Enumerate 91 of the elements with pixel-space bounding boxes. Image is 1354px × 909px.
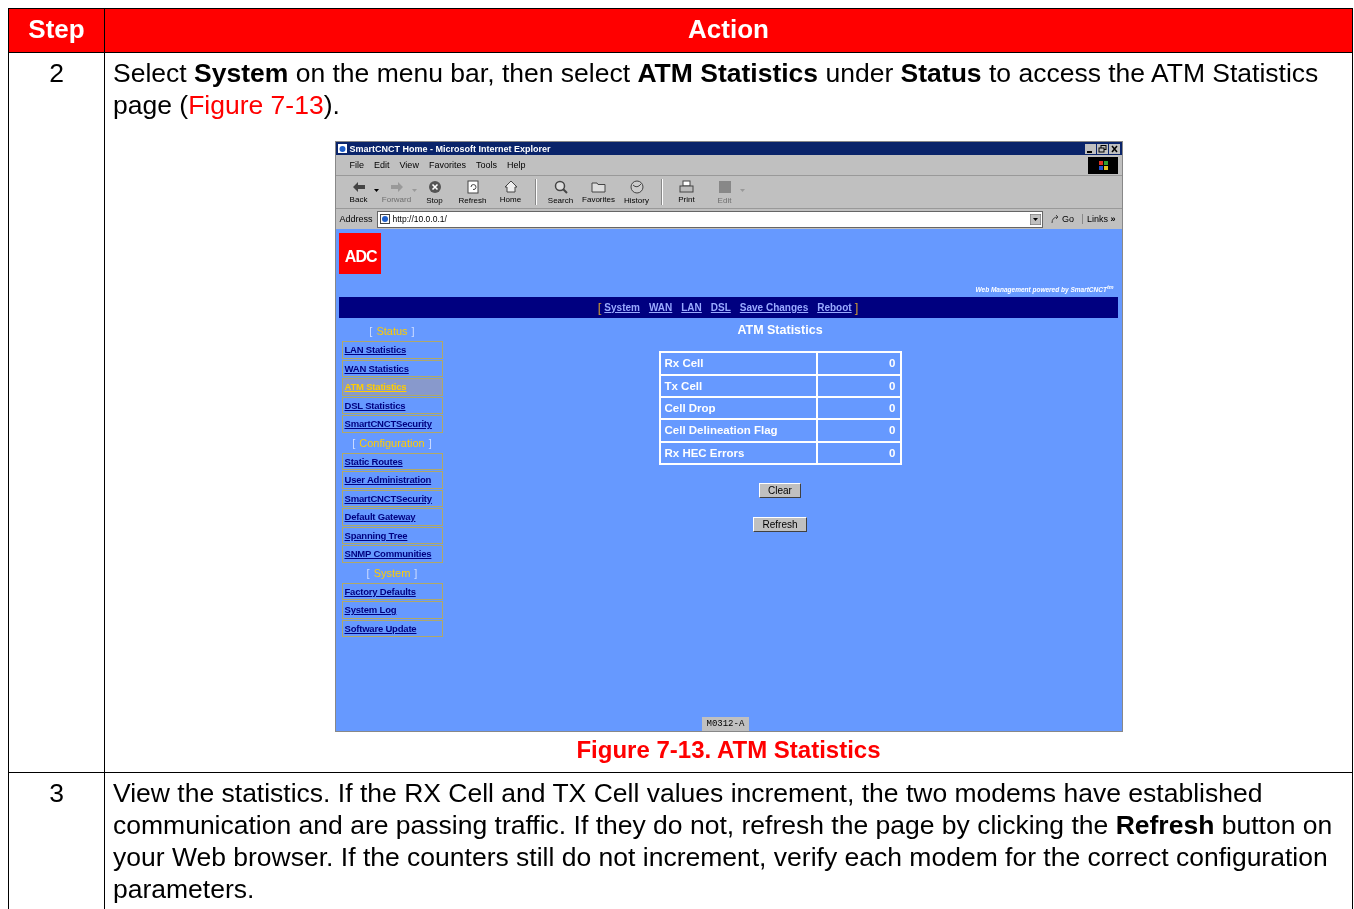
bracket: ] — [428, 436, 432, 449]
stat-name: Rx Cell — [659, 352, 817, 375]
caret-icon — [411, 189, 417, 192]
toolbar-button[interactable]: Search — [543, 177, 578, 207]
nav-link[interactable]: Save Changes — [739, 302, 809, 314]
sidebar-link[interactable]: Spanning Tree — [341, 526, 443, 545]
bracket: ] — [414, 566, 418, 579]
nav-link[interactable]: DSL — [710, 302, 731, 314]
search-icon — [553, 179, 568, 194]
bracket: [ — [352, 436, 356, 449]
toolbar-button[interactable]: Stop — [417, 177, 452, 207]
menu-item[interactable]: View — [399, 160, 419, 170]
globe-icon — [629, 179, 644, 194]
menu-item[interactable]: File — [349, 160, 364, 170]
stop-icon — [427, 179, 442, 194]
toolbar-button[interactable]: Print — [669, 177, 704, 207]
page-button[interactable]: Refresh — [753, 517, 807, 533]
sidebar-link[interactable]: Factory Defaults — [341, 582, 443, 601]
page-title: ATM Statistics — [737, 323, 823, 338]
bracket: [ — [366, 566, 370, 579]
column-header: Step — [9, 8, 105, 52]
toolbar-button[interactable]: Back — [341, 177, 376, 207]
address-field[interactable]: http://10.0.0.1/ — [376, 210, 1043, 228]
logo: ADC — [338, 233, 381, 274]
figure-caption: Figure 7-13. ATM Statistics — [576, 736, 881, 764]
printer-icon — [679, 180, 694, 193]
step-instruction: Select System on the menu bar, then select ATM Statistics under Status to access the ATM Statistics page (Figure 7-13). — [113, 57, 1320, 121]
sidebar-link[interactable]: User Administration — [341, 471, 443, 489]
toolbar-button[interactable]: History — [619, 177, 654, 207]
section-heading: System — [373, 566, 411, 579]
sidebar-link[interactable]: Static Routes — [341, 452, 443, 471]
menu-item[interactable]: Edit — [374, 160, 390, 170]
links-button[interactable]: Links » — [1081, 214, 1118, 224]
sidebar-link[interactable]: DSL Statistics — [341, 396, 443, 415]
step-instruction: View the statistics. If the RX Cell and TX Cell values increment, the two modems have established communication and are passing traffic. If they do not, refresh the page by clicking the Refresh button on your Web browser. If the counters still do not increment, verify each modem for the correct configuration parameters. — [113, 777, 1334, 905]
caret-icon — [373, 189, 379, 192]
stat-value: 0 — [816, 419, 901, 442]
stat-value: 0 — [816, 441, 901, 465]
left-arrow-icon — [351, 180, 366, 193]
page-icon — [337, 144, 347, 153]
menu-item[interactable]: Favorites — [428, 160, 466, 170]
stat-name: Rx HEC Errors — [659, 441, 817, 465]
bracket: [ — [597, 300, 602, 316]
restore-icon[interactable] — [1096, 143, 1108, 154]
page-button[interactable]: Clear — [759, 483, 801, 499]
bracket: ] — [854, 300, 859, 316]
stat-value: 0 — [816, 374, 901, 397]
page-icon — [379, 214, 390, 224]
sidebar-link[interactable]: Default Gateway — [341, 508, 443, 526]
folder-icon — [591, 180, 606, 193]
step-number: 2 — [49, 58, 64, 88]
minimize-icon[interactable] — [1084, 143, 1096, 154]
go-button[interactable]: Go — [1046, 214, 1078, 224]
caret-icon — [739, 189, 745, 192]
sidebar-link[interactable]: Software Update — [341, 619, 443, 638]
toolbar-button[interactable]: Refresh — [455, 177, 490, 207]
window-title: SmartCNCT Home - Microsoft Internet Explorer — [349, 143, 551, 154]
figure-link[interactable]: Figure 7-13 — [188, 90, 324, 120]
address-label: Address — [339, 214, 373, 224]
house-icon — [503, 180, 518, 193]
dropdown-arrow-icon[interactable] — [1029, 213, 1041, 225]
nav-link[interactable]: WAN — [648, 302, 673, 314]
section-heading: Status — [376, 325, 408, 338]
stat-name: Tx Cell — [659, 374, 817, 397]
stat-name: Cell Drop — [659, 396, 817, 420]
toolbar-button[interactable]: Favorites — [581, 177, 616, 207]
menu-item[interactable]: Tools — [475, 160, 497, 170]
refresh-icon — [466, 179, 479, 194]
column-header: Action — [105, 8, 1353, 52]
nav-link[interactable]: System — [604, 302, 640, 314]
menu-item[interactable]: Help — [506, 160, 526, 170]
right-arrow-icon — [389, 180, 404, 193]
toolbar-button[interactable]: Home — [493, 177, 528, 207]
sidebar-link[interactable]: SmartCNCTSecurity — [341, 489, 443, 508]
stat-value: 0 — [816, 396, 901, 420]
sidebar-link[interactable]: System Log — [341, 601, 443, 619]
curved-arrow-icon — [1050, 214, 1060, 224]
step-number: 3 — [49, 778, 64, 808]
sidebar-link[interactable]: WAN Statistics — [341, 359, 443, 378]
stat-value: 0 — [816, 352, 901, 375]
bracket: ] — [411, 325, 415, 338]
sidebar-link[interactable]: LAN Statistics — [341, 341, 443, 359]
close-icon[interactable] — [1108, 143, 1120, 154]
sidebar-link[interactable]: SmartCNCTSecurity — [341, 415, 443, 433]
stat-name: Cell Delineation Flag — [659, 419, 817, 442]
figure-tag: M0312-A — [701, 717, 750, 731]
section-heading: Configuration — [359, 436, 425, 449]
nav-link[interactable]: LAN — [681, 302, 702, 314]
nav-link[interactable]: Reboot — [817, 302, 852, 314]
sidebar-link[interactable]: SNMP Communities — [341, 545, 443, 563]
bracket: [ — [369, 325, 373, 338]
